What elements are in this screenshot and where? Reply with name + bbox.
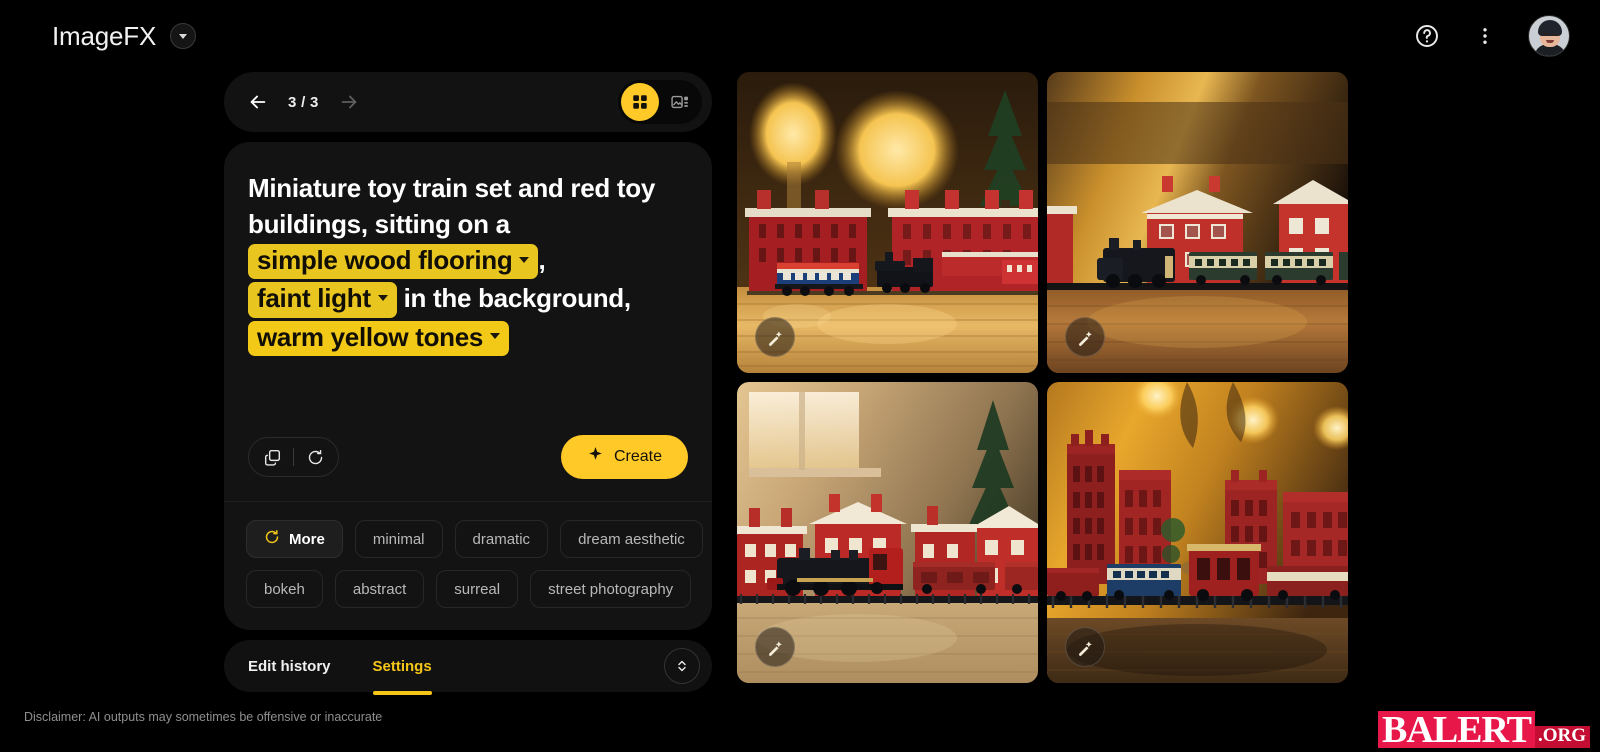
suggestion-row-1: More minimal dramatic dream aesthetic [246, 520, 703, 558]
refresh-icon [264, 529, 280, 549]
prompt-utility-group [248, 437, 339, 477]
chip-label: abstract [352, 580, 407, 598]
prompt-line-1: Miniature toy train set and red toy [248, 173, 656, 203]
chip-abstract[interactable]: abstract [334, 570, 425, 608]
left-control-panel: 3 / 3 Miniature toy train set and red to… [224, 72, 712, 695]
chip-label: simple wood flooring [257, 245, 513, 276]
help-circle-icon[interactable] [1412, 21, 1442, 51]
tab-edit-history[interactable]: Edit history [248, 640, 331, 692]
arrow-right-icon[interactable] [337, 90, 361, 114]
suggestion-chips: More minimal dramatic dream aesthetic bo… [224, 501, 712, 630]
more-vertical-icon[interactable] [1470, 21, 1500, 51]
arrow-left-icon[interactable] [246, 90, 270, 114]
chip-bokeh[interactable]: bokeh [246, 570, 323, 608]
chip-label: More [289, 530, 325, 548]
brand-area[interactable]: ImageFX [52, 20, 197, 52]
chevron-down-icon [490, 333, 501, 340]
suggestion-row-2: bokeh abstract surreal street photograph… [246, 570, 692, 608]
magic-wand-edit-icon[interactable] [1065, 317, 1105, 357]
chip-label: faint light [257, 283, 371, 314]
magic-wand-edit-icon[interactable] [1065, 627, 1105, 667]
chip-label: dream aesthetic [578, 530, 685, 548]
top-bar-actions [1412, 15, 1570, 57]
chip-label: minimal [372, 530, 425, 548]
chip-street-photography[interactable]: street photography [530, 570, 692, 608]
magic-wand-edit-icon[interactable] [755, 627, 795, 667]
chip-more[interactable]: More [246, 520, 343, 558]
prompt-action-row: Create [224, 435, 712, 501]
nav-pager: 3 / 3 [246, 90, 361, 114]
grid-view-icon[interactable] [621, 83, 659, 121]
top-app-bar: ImageFX [0, 0, 1600, 72]
tab-settings[interactable]: Settings [372, 640, 432, 695]
watermark: BALERT .ORG [1378, 711, 1590, 749]
chevron-down-icon [377, 295, 388, 302]
copy-icon[interactable] [255, 440, 289, 474]
magic-wand-edit-icon[interactable] [755, 317, 795, 357]
reset-icon[interactable] [298, 440, 332, 474]
chevron-down-icon [519, 256, 530, 263]
generation-nav-bar: 3 / 3 [224, 72, 712, 132]
prompt-chip-wood-flooring[interactable]: simple wood flooring [248, 244, 539, 280]
chip-label: street photography [548, 580, 674, 598]
prompt-chip-faint-light[interactable]: faint light [248, 282, 397, 318]
create-button[interactable]: Create [560, 435, 688, 479]
prompt-text: Miniature toy train set and red toy buil… [248, 170, 688, 357]
chip-label: surreal [454, 580, 501, 598]
chip-dramatic[interactable]: dramatic [454, 520, 549, 558]
prompt-card: Miniature toy train set and red toy buil… [224, 142, 712, 630]
avatar[interactable] [1528, 15, 1570, 57]
chip-label: warm yellow tones [257, 321, 484, 352]
image-results-grid [737, 72, 1348, 684]
image-detail-view-icon[interactable] [661, 83, 699, 121]
sparkle-icon [587, 446, 604, 468]
prompt-comma-1: , [538, 245, 546, 276]
page-counter: 3 / 3 [288, 93, 319, 111]
expand-collapse-icon[interactable] [664, 648, 700, 684]
tab-list: Edit history Settings [248, 640, 432, 695]
divider [293, 448, 294, 466]
prompt-editor[interactable]: Miniature toy train set and red toy buil… [224, 142, 712, 435]
chevron-down-icon[interactable] [170, 23, 197, 49]
result-tile-4[interactable] [1047, 382, 1348, 683]
result-tile-1[interactable] [737, 72, 1038, 373]
chip-surreal[interactable]: surreal [436, 570, 519, 608]
result-tile-2[interactable] [1047, 72, 1348, 373]
prompt-chip-warm-yellow-tones[interactable]: warm yellow tones [248, 320, 510, 356]
watermark-main: BALERT [1378, 711, 1535, 749]
view-mode-toggle [618, 80, 702, 124]
chip-dream-aesthetic[interactable]: dream aesthetic [560, 520, 703, 558]
chip-label: dramatic [472, 530, 531, 548]
bottom-tabs-bar: Edit history Settings [224, 640, 712, 695]
app-title: ImageFX [52, 20, 157, 51]
prompt-mid-text: in the background, [403, 283, 631, 314]
create-button-label: Create [613, 448, 662, 465]
result-tile-3[interactable] [737, 382, 1038, 683]
chip-minimal[interactable]: minimal [354, 520, 443, 558]
prompt-line-2: buildings, sitting on a [248, 209, 510, 240]
watermark-org: .ORG [1534, 726, 1590, 748]
chip-label: bokeh [264, 580, 305, 598]
disclaimer-text: Disclaimer: AI outputs may sometimes be … [24, 710, 383, 724]
